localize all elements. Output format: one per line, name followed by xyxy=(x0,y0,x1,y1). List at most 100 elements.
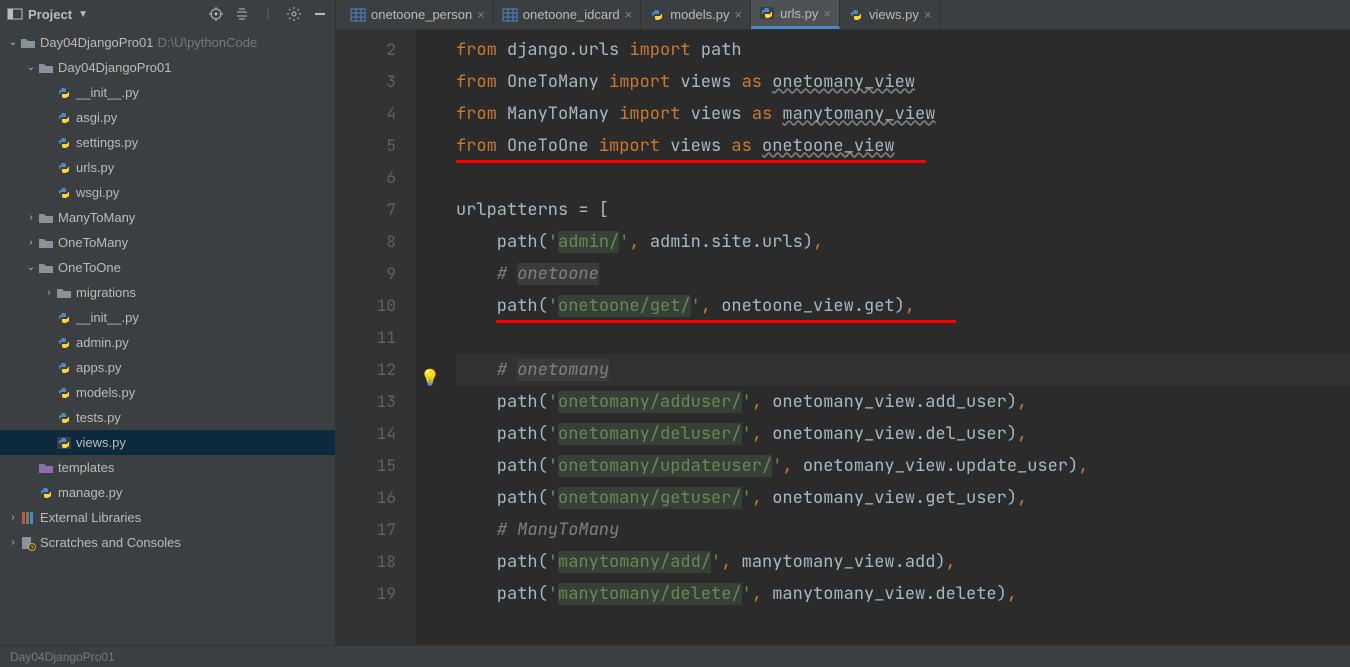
chevron-right-icon[interactable]: › xyxy=(6,537,20,548)
project-view-icon[interactable] xyxy=(6,5,24,23)
editor-tab[interactable]: urls.py × xyxy=(751,0,840,29)
tree-item[interactable]: ·urls.py xyxy=(0,155,335,180)
tab-label: models.py xyxy=(670,7,729,22)
line-number: 5 xyxy=(336,130,416,162)
line-number: 3 xyxy=(336,66,416,98)
tree-item-label: External Libraries xyxy=(40,510,141,525)
tree-item[interactable]: ·admin.py xyxy=(0,330,335,355)
tree-item[interactable]: ·templates xyxy=(0,455,335,480)
chevron-right-icon[interactable]: › xyxy=(6,512,20,523)
code-line[interactable]: path('onetomany/deluser/', onetomany_vie… xyxy=(456,418,1350,450)
sidebar-title[interactable]: Project xyxy=(28,7,72,22)
settings-gear-icon[interactable] xyxy=(285,5,303,23)
chevron-right-icon[interactable]: › xyxy=(42,287,56,298)
tree-item[interactable]: ·tests.py xyxy=(0,405,335,430)
code-line[interactable]: from OneToOne import views as onetoone_v… xyxy=(456,130,1350,162)
line-number: 9 xyxy=(336,258,416,290)
folder-purple-icon xyxy=(38,460,54,476)
folder-icon xyxy=(38,210,54,226)
tree-item[interactable]: ·__init__.py xyxy=(0,80,335,105)
editor-tab[interactable]: models.py × xyxy=(641,0,751,29)
project-tree[interactable]: ⌄Day04DjangoPro01 D:\U\pythonCode⌄Day04D… xyxy=(0,28,335,555)
tree-item[interactable]: ·settings.py xyxy=(0,130,335,155)
tree-item[interactable]: › External Libraries xyxy=(0,505,335,530)
code-line[interactable]: from ManyToMany import views as manytoma… xyxy=(456,98,1350,130)
tree-item[interactable]: ›migrations xyxy=(0,280,335,305)
tree-item[interactable]: ›Scratches and Consoles xyxy=(0,530,335,555)
code-line[interactable]: # onetoone xyxy=(456,258,1350,290)
code-line[interactable]: path('admin/', admin.site.urls), xyxy=(456,226,1350,258)
tree-item-label: ManyToMany xyxy=(58,210,135,225)
tree-item[interactable]: ·asgi.py xyxy=(0,105,335,130)
code-line[interactable]: path('onetomany/getuser/', onetomany_vie… xyxy=(456,482,1350,514)
chevron-down-icon[interactable]: ⌄ xyxy=(24,62,38,73)
line-number: 19 xyxy=(336,578,416,610)
tree-item[interactable]: ⌄Day04DjangoPro01 xyxy=(0,55,335,80)
code-line[interactable]: path('manytomany/add/', manytomany_view.… xyxy=(456,546,1350,578)
tab-label: views.py xyxy=(869,7,919,22)
editor-tab[interactable]: views.py × xyxy=(840,0,940,29)
code-line[interactable]: # ManyToMany xyxy=(456,514,1350,546)
code-line[interactable] xyxy=(456,322,1350,354)
line-number: 4 xyxy=(336,98,416,130)
chevron-down-icon[interactable]: ⌄ xyxy=(6,37,20,48)
code-line[interactable]: path('onetomany/updateuser/', onetomany_… xyxy=(456,450,1350,482)
hide-icon[interactable] xyxy=(311,5,329,23)
locate-icon[interactable] xyxy=(207,5,225,23)
tree-item-label: Day04DjangoPro01 xyxy=(40,35,153,50)
code-line[interactable]: path('onetoone/get/', onetoone_view.get)… xyxy=(456,290,1350,322)
status-bar: Day04DjangoPro01 xyxy=(0,645,1350,667)
tree-item-label: __init__.py xyxy=(76,310,139,325)
py-icon xyxy=(38,485,54,501)
tree-item[interactable]: › ManyToMany xyxy=(0,205,335,230)
code-line[interactable]: path('onetomany/adduser/', onetomany_vie… xyxy=(456,386,1350,418)
line-number: 2 xyxy=(336,34,416,66)
chevron-right-icon[interactable]: › xyxy=(24,212,38,223)
code-line[interactable]: from django.urls import path xyxy=(456,34,1350,66)
code-line[interactable]: urlpatterns = [ xyxy=(456,194,1350,226)
tree-item[interactable]: ·manage.py xyxy=(0,480,335,505)
close-icon[interactable]: × xyxy=(625,7,633,22)
close-icon[interactable]: × xyxy=(823,6,831,21)
gutter: 23456789101112💡13141516171819 xyxy=(336,30,416,645)
tree-item[interactable]: ·views.py xyxy=(0,430,335,455)
code-line[interactable]: from OneToMany import views as onetomany… xyxy=(456,66,1350,98)
tree-item[interactable]: ·models.py xyxy=(0,380,335,405)
editor-tab[interactable]: onetoone_person× xyxy=(342,0,494,29)
py-icon xyxy=(56,85,72,101)
tree-item[interactable]: ⌄ OneToOne xyxy=(0,255,335,280)
editor-tabs: onetoone_person×onetoone_idcard×models.p… xyxy=(336,0,1350,30)
chevron-down-icon[interactable]: ⌄ xyxy=(24,262,38,273)
line-number: 17 xyxy=(336,514,416,546)
folder-icon xyxy=(56,285,72,301)
chevron-right-icon[interactable]: › xyxy=(24,237,38,248)
code-editor[interactable]: from django.urls import pathfrom OneToMa… xyxy=(416,30,1350,645)
py-icon xyxy=(56,110,72,126)
editor-tab[interactable]: onetoone_idcard× xyxy=(494,0,641,29)
close-icon[interactable]: × xyxy=(735,7,743,22)
close-icon[interactable]: × xyxy=(477,7,485,22)
py-icon xyxy=(56,385,72,401)
sidebar-dropdown-icon[interactable]: ▼ xyxy=(78,9,88,20)
tree-item-label: OneToMany xyxy=(58,235,128,250)
code-line[interactable]: # onetomany xyxy=(456,354,1350,386)
folder-icon xyxy=(38,60,54,76)
py-icon xyxy=(56,160,72,176)
tree-item[interactable]: ·apps.py xyxy=(0,355,335,380)
code-line[interactable] xyxy=(456,162,1350,194)
tree-item[interactable]: ⌄Day04DjangoPro01 D:\U\pythonCode xyxy=(0,30,335,55)
status-path: Day04DjangoPro01 xyxy=(10,650,115,664)
code-line[interactable]: path('manytomany/delete/', manytomany_vi… xyxy=(456,578,1350,610)
close-icon[interactable]: × xyxy=(924,7,932,22)
table-icon xyxy=(502,7,518,23)
table-icon xyxy=(350,7,366,23)
tree-item[interactable]: ·__init__.py xyxy=(0,305,335,330)
tree-item-label: OneToOne xyxy=(58,260,121,275)
tree-item-label: tests.py xyxy=(76,410,121,425)
code-area: 23456789101112💡13141516171819 from djang… xyxy=(336,30,1350,645)
tree-item[interactable]: ·wsgi.py xyxy=(0,180,335,205)
tree-item[interactable]: › OneToMany xyxy=(0,230,335,255)
line-number: 11 xyxy=(336,322,416,354)
tab-label: urls.py xyxy=(780,6,818,21)
expand-all-icon[interactable] xyxy=(233,5,251,23)
